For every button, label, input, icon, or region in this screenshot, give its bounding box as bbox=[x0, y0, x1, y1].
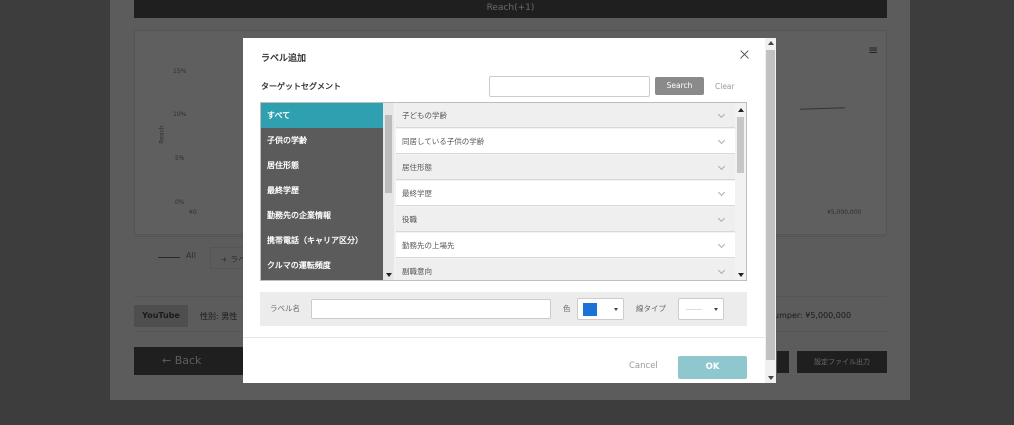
x-tick-start: ¥0 bbox=[189, 209, 197, 216]
subcategory-label: 最終学歴 bbox=[402, 189, 432, 198]
y-tick-15: 15% bbox=[173, 68, 187, 75]
modal-title: ラベル追加 bbox=[261, 54, 307, 64]
y-tick-5: 5% bbox=[175, 155, 185, 162]
line-type-label: 線タイプ bbox=[636, 304, 666, 313]
subcategory-scroll-thumb[interactable] bbox=[737, 117, 744, 173]
segment-panel: すべて 子供の学齢 居住形態 最終学歴 勤務先の企業情報 携帯電話（キャリア区分… bbox=[260, 102, 747, 281]
color-swatch bbox=[583, 303, 597, 316]
export-settings-button[interactable]: 設定ファイル出力 bbox=[797, 351, 887, 373]
chevron-down-icon bbox=[717, 162, 726, 171]
legend-line bbox=[158, 257, 180, 258]
category-item[interactable]: 居住形態 bbox=[261, 153, 383, 178]
category-item[interactable]: 勤務先の企業情報 bbox=[261, 203, 383, 228]
chart-menu-icon[interactable]: ≡ bbox=[868, 43, 878, 57]
ok-button[interactable]: OK bbox=[678, 356, 747, 379]
cancel-button[interactable]: Cancel bbox=[629, 361, 658, 371]
chevron-down-icon bbox=[717, 214, 726, 223]
modal-divider bbox=[243, 337, 765, 338]
subcategory-list: 子どもの学齢 同居している子供の学齢 居住形態 最終学歴 役職 勤務先の上場先 … bbox=[396, 103, 735, 280]
sex-filter-text: 性別: 男性 bbox=[200, 312, 238, 321]
subcategory-label: 勤務先の上場先 bbox=[402, 241, 455, 250]
subcategory-item[interactable]: 最終学歴 bbox=[396, 181, 735, 206]
chevron-down-icon bbox=[717, 240, 726, 249]
color-select[interactable] bbox=[577, 298, 624, 320]
add-label-modal: ラベル追加 ターゲットセグメント Search Clear すべて 子供の学齢 … bbox=[243, 38, 776, 383]
legend-all: All bbox=[186, 251, 196, 260]
category-item[interactable]: クルマの運転頻度 bbox=[261, 253, 383, 278]
caret-down-icon bbox=[614, 308, 618, 311]
segment-search-input[interactable] bbox=[489, 76, 650, 97]
category-item[interactable]: 携帯電話（キャリア区分） bbox=[261, 228, 383, 253]
line-type-select[interactable] bbox=[678, 298, 724, 320]
subcategory-item[interactable]: 子どもの学齢 bbox=[396, 103, 735, 128]
subcategory-label: 副職意向 bbox=[402, 267, 432, 276]
category-list: すべて 子供の学齢 居住形態 最終学歴 勤務先の企業情報 携帯電話（キャリア区分… bbox=[261, 103, 383, 280]
chevron-down-icon bbox=[717, 110, 726, 119]
category-scroll-thumb[interactable] bbox=[385, 115, 392, 193]
subcategory-item[interactable]: 勤務先の上場先 bbox=[396, 233, 735, 258]
category-item[interactable]: 最終学歴 bbox=[261, 178, 383, 203]
search-button[interactable]: Search bbox=[655, 77, 704, 95]
scroll-up-icon[interactable] bbox=[768, 41, 774, 45]
category-item-all[interactable]: すべて bbox=[261, 103, 383, 128]
modal-scroll-thumb[interactable] bbox=[766, 50, 775, 360]
chevron-down-icon bbox=[717, 266, 726, 275]
subcategory-item[interactable]: 役職 bbox=[396, 207, 735, 232]
bumper-budget-text: umper: ¥5,000,000 bbox=[774, 311, 852, 320]
line-type-preview bbox=[686, 309, 702, 310]
scroll-down-icon[interactable] bbox=[738, 273, 744, 277]
subcategory-label: 同居している子供の学齢 bbox=[402, 137, 485, 146]
subcategory-item[interactable]: 同居している子供の学齢 bbox=[396, 129, 735, 154]
category-scrollbar[interactable] bbox=[383, 103, 394, 280]
label-name-label: ラベル名 bbox=[270, 304, 300, 313]
y-tick-10: 10% bbox=[173, 111, 187, 118]
scroll-down-icon[interactable] bbox=[768, 376, 774, 380]
youtube-badge: YouTube bbox=[134, 305, 188, 327]
subcategory-item[interactable]: 副職意向 bbox=[396, 259, 735, 280]
color-label: 色 bbox=[563, 304, 571, 313]
scroll-down-icon[interactable] bbox=[386, 273, 392, 277]
caret-down-icon bbox=[714, 308, 718, 311]
close-icon[interactable] bbox=[738, 48, 752, 62]
chevron-down-icon bbox=[717, 136, 726, 145]
bg-action-button[interactable] bbox=[777, 351, 789, 373]
x-tick-end: ¥5,000,000 bbox=[827, 209, 862, 216]
back-button[interactable]: ← Back bbox=[134, 347, 254, 375]
subcategory-item[interactable]: 居住形態 bbox=[396, 155, 735, 180]
subcategory-scrollbar[interactable] bbox=[735, 103, 746, 280]
chevron-down-icon bbox=[717, 188, 726, 197]
y-tick-0: 0% bbox=[175, 199, 185, 206]
reach-header: Reach(+1) bbox=[134, 0, 887, 18]
subcategory-label: 居住形態 bbox=[402, 163, 432, 172]
subcategory-label: 役職 bbox=[402, 215, 417, 224]
label-settings-row: ラベル名 色 線タイプ bbox=[260, 292, 747, 326]
y-axis-title: Reach bbox=[158, 125, 166, 144]
scroll-up-icon[interactable] bbox=[738, 108, 744, 112]
clear-link[interactable]: Clear bbox=[715, 82, 735, 91]
target-segment-label: ターゲットセグメント bbox=[261, 82, 341, 91]
subcategory-label: 子どもの学齢 bbox=[402, 111, 447, 120]
label-name-input[interactable] bbox=[311, 299, 551, 319]
modal-scrollbar[interactable] bbox=[765, 38, 776, 383]
category-item[interactable]: 子供の学齢 bbox=[261, 128, 383, 153]
